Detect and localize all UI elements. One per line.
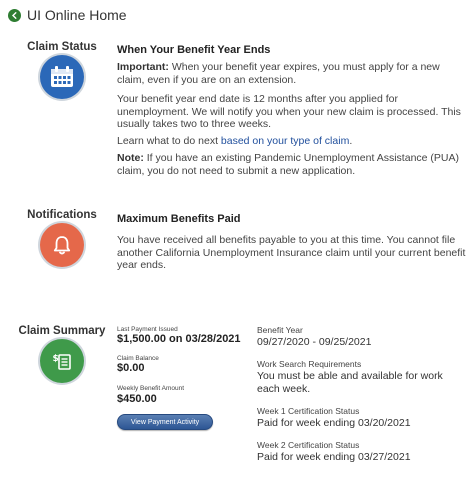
weekly-benefit-value: $450.00	[117, 393, 157, 405]
claim-balance-value: $0.00	[117, 362, 145, 374]
last-payment-value: $1,500.00 on 03/28/2021	[117, 333, 241, 345]
week1-status-value: Paid for week ending 03/20/2021	[257, 417, 411, 429]
chevron-left-icon[interactable]	[8, 8, 21, 22]
claim-status-title: Claim Status	[27, 41, 97, 53]
dollar-document-icon: $	[40, 339, 84, 383]
last-payment-label: Last Payment Issued	[117, 326, 178, 333]
week2-status-value: Paid for week ending 03/27/2021	[257, 451, 411, 463]
claim-type-link[interactable]: based on your type of claim	[221, 135, 349, 147]
work-search-value: You must be able and available for work …	[257, 370, 443, 395]
bell-icon	[40, 223, 84, 267]
learn-prefix: Learn what to do next	[117, 135, 221, 147]
weekly-benefit-label: Weekly Benefit Amount	[117, 385, 185, 392]
claim-status-heading: When Your Benefit Year Ends	[117, 44, 271, 56]
notifications-body: You have received all benefits payable t…	[117, 234, 466, 271]
important-label: Important:	[117, 61, 169, 73]
calendar-icon	[40, 55, 84, 99]
benefit-year-label: Benefit Year	[257, 325, 303, 335]
note-label: Note:	[117, 152, 144, 164]
svg-text:$: $	[53, 354, 59, 364]
view-payment-activity-button[interactable]: View Payment Activity	[117, 414, 213, 430]
learn-paragraph: Learn what to do next based on your type…	[117, 135, 467, 148]
learn-suffix: .	[349, 135, 353, 147]
page-title: UI Online Home	[27, 7, 127, 23]
note-text: If you have an existing Pandemic Unemplo…	[117, 152, 459, 177]
notifications-heading: Maximum Benefits Paid	[117, 213, 241, 225]
week2-status-label: Week 2 Certification Status	[257, 440, 360, 450]
work-search-label: Work Search Requirements	[257, 359, 362, 369]
note-paragraph: Note: If you have an existing Pandemic U…	[117, 152, 467, 177]
benefit-year-value: 09/27/2020 - 09/25/2021	[257, 336, 372, 348]
important-paragraph: Important: When your benefit year expire…	[117, 61, 467, 86]
benefit-year-paragraph: Your benefit year end date is 12 months …	[117, 93, 461, 130]
notifications-title: Notifications	[27, 209, 97, 221]
claim-balance-label: Claim Balance	[117, 355, 159, 362]
week1-status-label: Week 1 Certification Status	[257, 406, 360, 416]
claim-summary-title: Claim Summary	[18, 325, 106, 337]
page-header: UI Online Home	[8, 5, 127, 25]
